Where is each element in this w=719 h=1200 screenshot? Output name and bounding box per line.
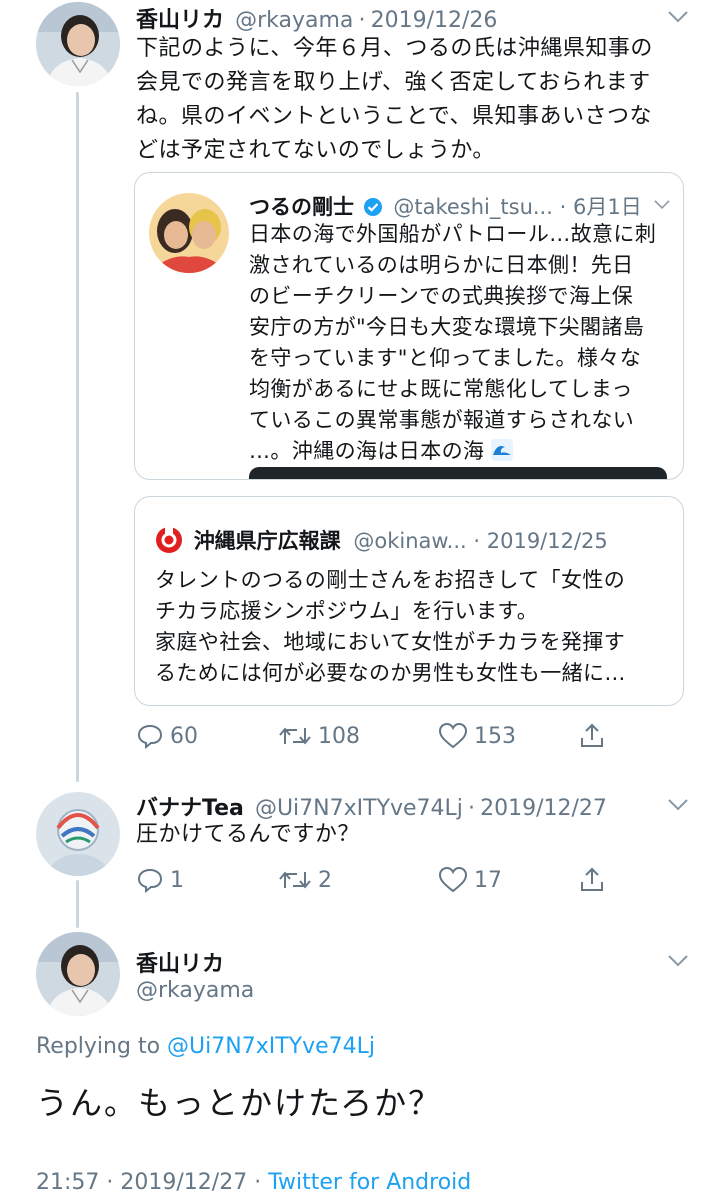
- tweet-source[interactable]: Twitter for Android: [268, 1170, 471, 1195]
- retweet-button[interactable]: 108: [278, 722, 438, 750]
- reply-icon: [137, 868, 163, 894]
- tweet-text: 圧かけてるんですか？: [136, 822, 360, 847]
- like-button[interactable]: 17: [438, 866, 578, 894]
- text-line: どは予定されてないのでしょうか。: [136, 138, 495, 163]
- heart-icon: [438, 866, 468, 893]
- heart-icon: [438, 722, 468, 749]
- text-line: チカラ応援シンポジウム」を行います。: [155, 599, 539, 623]
- tweet-header: 香山リカ @rkayama · 2019/12/26: [136, 2, 497, 34]
- like-button[interactable]: 153: [438, 722, 578, 750]
- text-line: タレントのつるの剛士さんをお招きして「女性の: [155, 568, 626, 592]
- tweet-actions: 1 2 17: [136, 866, 606, 894]
- chevron-down-icon[interactable]: [664, 790, 692, 818]
- text-line: ているこの異常事態が報道すらされない: [249, 408, 635, 432]
- replying-to: Replying to @Ui7N7xITYve74Lj: [36, 1034, 375, 1059]
- quote-author-name: 沖縄県庁広報課: [193, 529, 341, 553]
- quote-date: 6月1日: [572, 195, 642, 219]
- text-line: 日本の海で外国船がパトロール…故意に刺: [249, 222, 657, 246]
- thread-line: [76, 92, 79, 782]
- retweet-button[interactable]: 2: [278, 866, 438, 894]
- quote-date: 2019/12/25: [486, 529, 608, 553]
- chevron-down-icon[interactable]: [664, 2, 692, 30]
- separator: ·: [254, 1170, 262, 1195]
- avatar[interactable]: [36, 932, 120, 1016]
- tweet-time: 21:57: [36, 1170, 100, 1195]
- separator: ·: [358, 8, 366, 33]
- avatar[interactable]: [149, 193, 229, 273]
- tweet-text: うん。もっとかけたろか？: [36, 1084, 443, 1122]
- separator: ·: [559, 195, 567, 219]
- quote-text: タレントのつるの剛士さんをお招きして「女性の チカラ応援シンポジウム」を行います…: [155, 565, 675, 689]
- avatar[interactable]: [36, 2, 120, 86]
- wave-emoji-icon: [491, 439, 514, 461]
- separator: ·: [106, 1170, 114, 1195]
- reply-count: 60: [170, 723, 198, 749]
- quote-header: つるの剛士 @takeshi_tsu... · 6月1日: [249, 191, 642, 221]
- separator: ·: [468, 796, 476, 821]
- quoted-tweet-card[interactable]: 沖縄県庁広報課 @okinaw... · 2019/12/25 タレントのつるの…: [134, 496, 684, 706]
- text-line: のビーチクリーンでの式典挨拶で海上保: [249, 284, 634, 308]
- tweet-meta: 21:57 · 2019/12/27 · Twitter for Android: [36, 1170, 471, 1195]
- text-line: 激されているのは明らかに日本側！先日: [249, 253, 634, 277]
- text-line: 家庭や社会、地域において女性がチカラを発揮す: [155, 630, 626, 654]
- tweet-text: 下記のように、今年６月、つるの氏は沖縄県知事の 会見での発言を取り上げ、強く否定…: [136, 32, 696, 168]
- share-icon: [581, 723, 603, 747]
- reply-icon: [137, 724, 163, 750]
- media-preview-strip[interactable]: [249, 467, 667, 479]
- text-line: …。沖縄の海は日本の海: [249, 439, 485, 463]
- tweet-date[interactable]: 2019/12/27: [480, 796, 607, 821]
- thread-line: [76, 880, 79, 928]
- author-name[interactable]: 香山リカ: [136, 946, 224, 978]
- share-icon: [581, 867, 603, 891]
- text-line: を守っています"と仰ってました。様々な: [249, 346, 642, 370]
- quoted-tweet-card[interactable]: つるの剛士 @takeshi_tsu... · 6月1日 日本の海で外国船がパト…: [134, 172, 684, 480]
- tweet-date[interactable]: 2019/12/26: [371, 8, 498, 33]
- okinawa-logo-icon: [156, 526, 182, 553]
- author-name[interactable]: 香山リカ: [136, 8, 224, 33]
- quote-author-handle: @takeshi_tsu...: [393, 195, 553, 219]
- tweet-date: 2019/12/27: [120, 1170, 248, 1195]
- chevron-down-icon[interactable]: [664, 946, 692, 974]
- retweet-icon: [279, 871, 311, 889]
- retweet-icon: [279, 727, 311, 745]
- quote-text: 日本の海で外国船がパトロール…故意に刺 激されているのは明らかに日本側！先日 の…: [249, 219, 669, 467]
- text-line: ね。県のイベントということで、県知事あいさつな: [136, 104, 652, 129]
- reply-count: 1: [170, 867, 184, 893]
- text-line: 安庁の方が"今日も大変な環境下尖閣諸島: [249, 315, 645, 339]
- text-line: 均衡があるにせよ既に常態化してしまっ: [249, 377, 633, 401]
- reply-button[interactable]: 1: [136, 866, 278, 894]
- replying-prefix: Replying to: [36, 1034, 161, 1059]
- replying-to-handle[interactable]: @Ui7N7xITYve74Lj: [167, 1034, 375, 1059]
- like-count: 17: [474, 867, 502, 893]
- author-handle[interactable]: @rkayama: [136, 978, 254, 1003]
- retweet-count: 2: [318, 867, 332, 893]
- text-line: るためには何が必要なのか男性も女性も一緒に…: [155, 661, 626, 685]
- verified-badge-icon: [363, 198, 382, 216]
- reply-button[interactable]: 60: [136, 722, 278, 750]
- author-handle[interactable]: @rkayama: [235, 8, 353, 33]
- chevron-down-icon[interactable]: [651, 193, 673, 215]
- retweet-count: 108: [318, 723, 360, 749]
- share-button[interactable]: [578, 722, 606, 750]
- quote-author-handle: @okinaw...: [353, 529, 467, 553]
- text-line: 会見での発言を取り上げ、強く否定しておられます: [136, 70, 651, 95]
- like-count: 153: [474, 723, 516, 749]
- separator: ·: [473, 529, 481, 553]
- quote-author-name: つるの剛士: [249, 195, 354, 219]
- text-line: 下記のように、今年６月、つるの氏は沖縄県知事の: [136, 36, 653, 61]
- tweet-actions: 60 108 153: [136, 722, 606, 750]
- avatar[interactable]: [36, 792, 120, 876]
- quote-header: 沖縄県庁広報課 @okinaw... · 2019/12/25: [155, 525, 608, 555]
- share-button[interactable]: [578, 866, 606, 894]
